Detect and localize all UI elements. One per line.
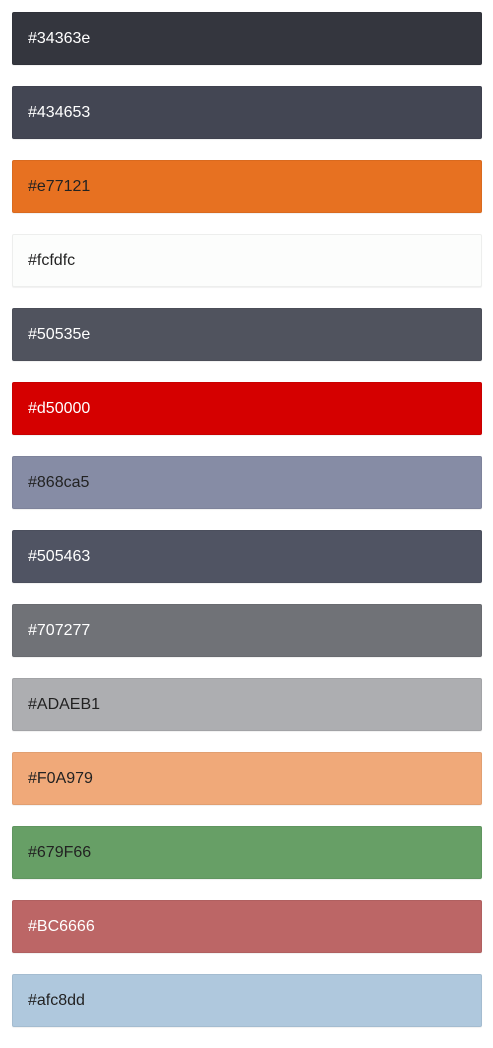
color-swatch[interactable]: #fcfdfc (12, 234, 482, 287)
swatch-hex-label: #e77121 (28, 177, 91, 195)
swatch-hex-label: #707277 (28, 621, 91, 639)
color-swatch-list: #34363e #434653 #e77121 #fcfdfc #50535e … (12, 12, 482, 1048)
swatch-hex-label: #679F66 (28, 843, 92, 861)
color-swatch[interactable]: #50535e (12, 308, 482, 361)
color-swatch[interactable]: #ADAEB1 (12, 678, 482, 731)
color-swatch[interactable]: #F0A979 (12, 752, 482, 805)
color-swatch[interactable]: #434653 (12, 86, 482, 139)
color-swatch[interactable]: #868ca5 (12, 456, 482, 509)
swatch-hex-label: #434653 (28, 103, 91, 121)
swatch-hex-label: #d50000 (28, 399, 91, 417)
swatch-hex-label: #34363e (28, 29, 91, 47)
swatch-hex-label: #F0A979 (28, 769, 93, 787)
swatch-hex-label: #BC6666 (28, 917, 95, 935)
swatch-hex-label: #ADAEB1 (28, 695, 101, 713)
swatch-hex-label: #505463 (28, 547, 91, 565)
color-swatch[interactable]: #afc8dd (12, 974, 482, 1027)
color-swatch[interactable]: #d50000 (12, 382, 482, 435)
swatch-hex-label: #50535e (28, 325, 91, 343)
color-swatch[interactable]: #505463 (12, 530, 482, 583)
swatch-hex-label: #fcfdfc (28, 251, 76, 269)
swatch-hex-label: #868ca5 (28, 473, 90, 491)
color-swatch[interactable]: #BC6666 (12, 900, 482, 953)
color-swatch[interactable]: #707277 (12, 604, 482, 657)
color-swatch[interactable]: #679F66 (12, 826, 482, 879)
swatch-hex-label: #afc8dd (28, 991, 85, 1009)
color-swatch[interactable]: #34363e (12, 12, 482, 65)
color-swatch[interactable]: #e77121 (12, 160, 482, 213)
